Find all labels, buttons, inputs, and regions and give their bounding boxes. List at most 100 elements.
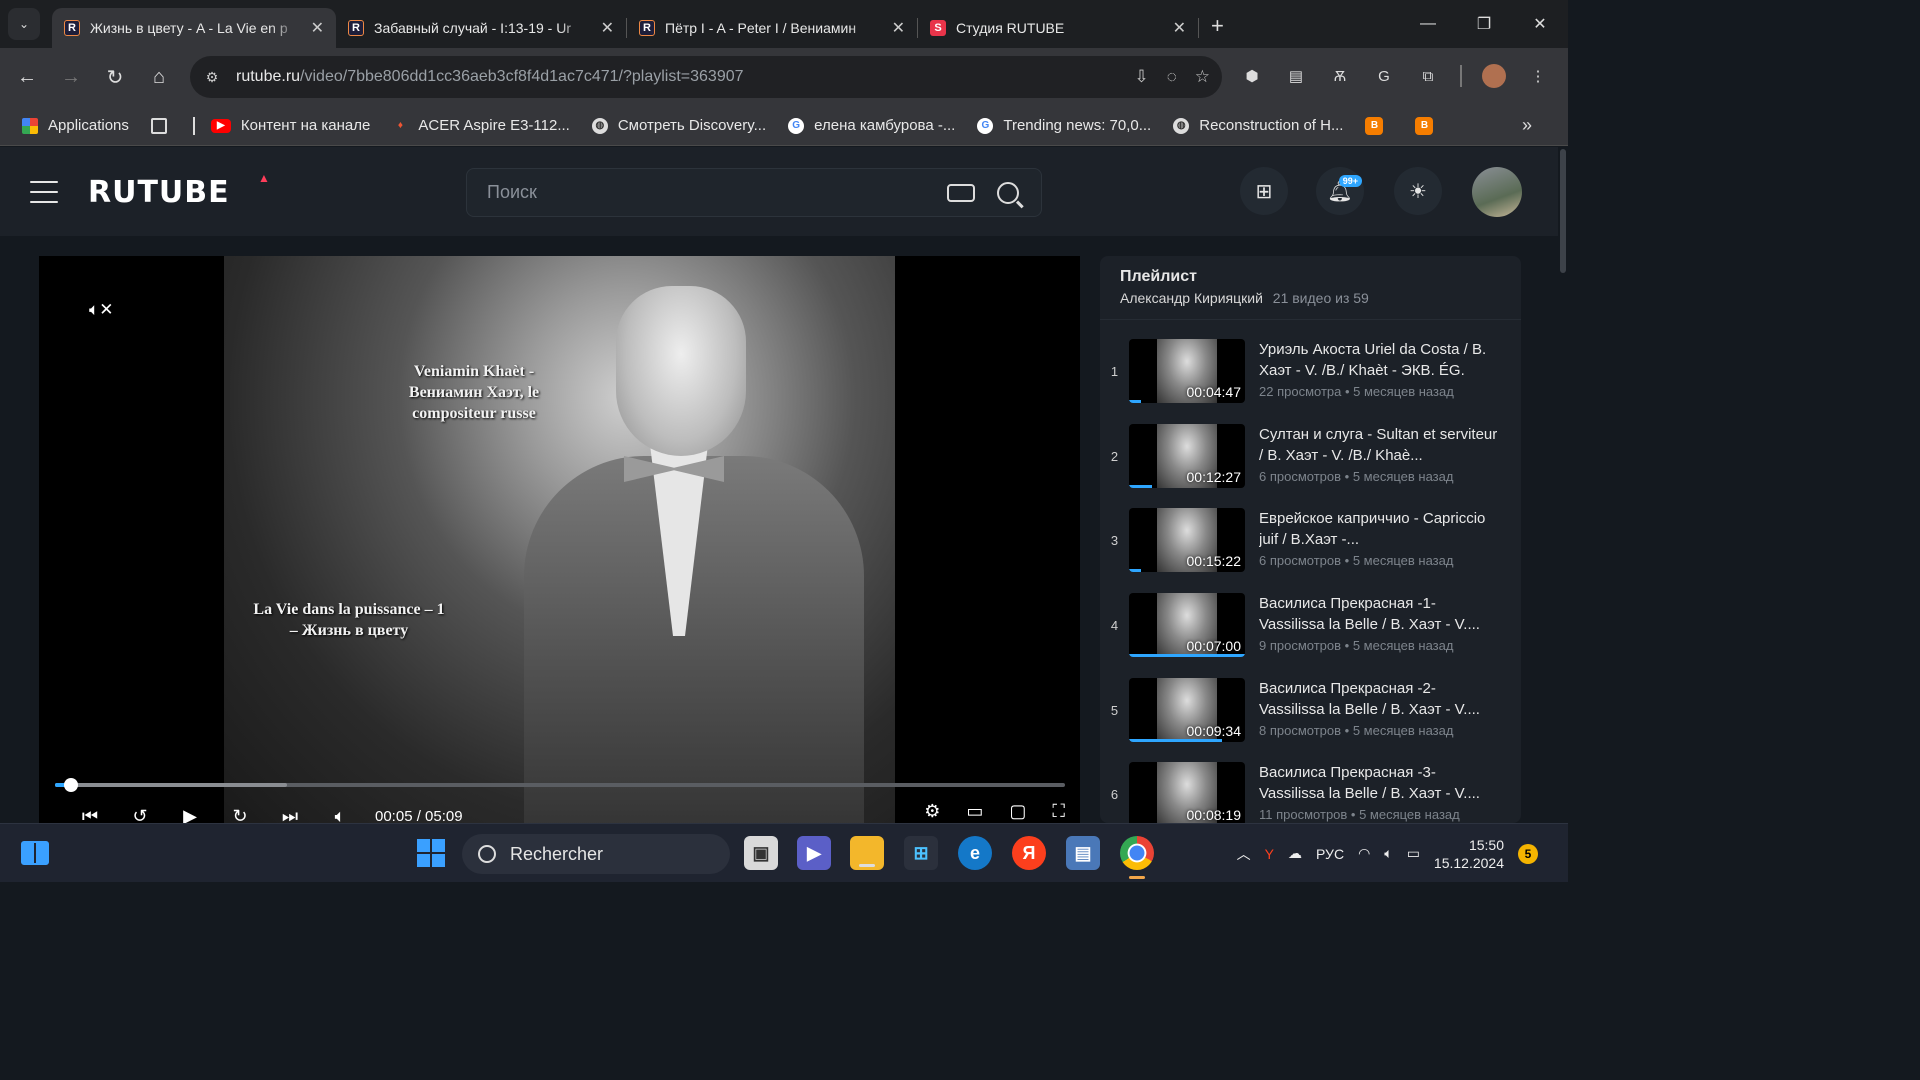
- task-view-icon[interactable]: ▣: [744, 836, 778, 870]
- video-title[interactable]: Василиса Прекрасная -1- Vassilissa la Be…: [1259, 593, 1499, 635]
- previous-video-icon[interactable]: ⏮: [65, 806, 115, 824]
- volume-muted-icon[interactable]: 🔈︎: [315, 806, 365, 824]
- widgets-icon[interactable]: [18, 836, 52, 870]
- picture-in-picture-icon[interactable]: ▭: [966, 801, 983, 822]
- battery-icon[interactable]: ▭: [1407, 845, 1420, 862]
- page-scrollbar[interactable]: [1558, 147, 1568, 823]
- bookmark-trending-news[interactable]: G Trending news: 70,0...: [977, 117, 1151, 134]
- forward-arrow-icon[interactable]: →: [49, 55, 93, 99]
- bookmark-reconstruction[interactable]: ◍ Reconstruction of H...: [1173, 117, 1343, 134]
- tab-groups-button[interactable]: [150, 117, 177, 134]
- eye-off-icon[interactable]: ◌: [1167, 67, 1177, 87]
- microsoft-store-icon[interactable]: ⊞: [904, 836, 938, 870]
- upload-video-button[interactable]: ⊞: [1240, 167, 1288, 215]
- extension-translate-script-icon[interactable]: Ѫ: [1328, 64, 1352, 88]
- video-title[interactable]: Уриэль Акоста Uriel da Costa / В. Хаэт -…: [1259, 339, 1499, 381]
- playlist-item[interactable]: 5 00:09:34 Василиса Прекрасная -2- Vassili…: [1100, 659, 1521, 744]
- playlist-item[interactable]: 1 00:04:47 Уриэль Акоста Uriel da Costa / …: [1100, 320, 1521, 405]
- next-video-icon[interactable]: ⏭: [265, 806, 315, 824]
- progress-bar[interactable]: [55, 778, 1065, 792]
- restore-icon[interactable]: ❐: [1456, 0, 1512, 48]
- yandex-browser-icon[interactable]: Я: [1012, 836, 1046, 870]
- bookmark-blogger-2[interactable]: B: [1415, 116, 1443, 135]
- keyboard-icon[interactable]: [947, 183, 975, 202]
- menu-icon[interactable]: [30, 181, 58, 203]
- teams-icon[interactable]: ▶: [797, 836, 831, 870]
- video-title[interactable]: Василиса Прекрасная -2- Vassilissa la Be…: [1259, 678, 1499, 720]
- site-settings-icon[interactable]: ⚙: [194, 59, 230, 95]
- video-thumbnail[interactable]: 00:15:22: [1129, 508, 1245, 573]
- wifi-icon[interactable]: ◠: [1358, 845, 1370, 862]
- quality-settings-icon[interactable]: ⚙: [924, 801, 940, 822]
- bookmark-acer[interactable]: ♦ ACER Aspire E3-112...: [392, 117, 570, 134]
- theme-toggle-button[interactable]: ☀: [1394, 167, 1442, 215]
- scrollbar-thumb[interactable]: [1560, 149, 1566, 273]
- minimize-icon[interactable]: —: [1400, 0, 1456, 48]
- browser-tab-3[interactable]: R Пётр I - A - Peter I / Вениамин ✕: [627, 8, 917, 48]
- search-icon[interactable]: [997, 181, 1019, 204]
- bookmark-discovery[interactable]: ◍ Смотреть Discovery...: [591, 117, 766, 134]
- taskbar-search[interactable]: Rechercher: [462, 834, 730, 874]
- browser-tab-2[interactable]: R Забавный случай - I:13-19 - Ur ✕: [336, 8, 626, 48]
- new-tab-button[interactable]: +: [1211, 13, 1224, 39]
- scrubber-handle[interactable]: [64, 778, 79, 792]
- bookmark-channel-content[interactable]: ▶ Контент на канале: [210, 117, 370, 134]
- close-window-icon[interactable]: ✕: [1512, 0, 1568, 48]
- remote-desktop-icon[interactable]: ▤: [1066, 836, 1100, 870]
- edge-icon[interactable]: e: [958, 836, 992, 870]
- notifications-button[interactable]: 🔔︎ 99+: [1316, 167, 1364, 215]
- file-explorer-icon[interactable]: [850, 836, 884, 870]
- notification-count-badge[interactable]: 5: [1518, 843, 1538, 864]
- more-bookmarks-icon[interactable]: »: [1522, 115, 1532, 136]
- video-thumbnail[interactable]: 00:07:00: [1129, 593, 1245, 658]
- profile-avatar[interactable]: [1482, 64, 1506, 88]
- bookmark-blogger-1[interactable]: B: [1365, 116, 1393, 135]
- bookmark-kamburova[interactable]: G елена камбурова -...: [788, 117, 955, 134]
- speaker-icon[interactable]: 🔈︎: [1384, 845, 1392, 862]
- video-title[interactable]: Еврейское каприччио - Capriccio juif / В…: [1259, 508, 1499, 550]
- fullscreen-icon[interactable]: ⛶: [1052, 801, 1065, 822]
- video-player[interactable]: Veniamin Khaèt - Вениамин Хаэт, le compo…: [39, 256, 1080, 823]
- google-translate-icon[interactable]: G: [1372, 64, 1396, 88]
- browser-tab-4[interactable]: S Студия RUTUBE ✕: [918, 8, 1198, 48]
- playlist-author[interactable]: Александр Кирияцкий: [1120, 290, 1263, 306]
- install-app-icon[interactable]: ⇩: [1134, 67, 1148, 87]
- forward-10-icon[interactable]: ↻: [215, 806, 265, 824]
- bookmark-star-icon[interactable]: ☆: [1195, 67, 1210, 87]
- browser-menu-icon[interactable]: ⋮: [1526, 64, 1550, 88]
- playlist-item[interactable]: 2 00:12:27 Султан и слуга - Sultan et serv…: [1100, 405, 1521, 490]
- clock[interactable]: 15:50 15.12.2024: [1434, 836, 1504, 872]
- search-input[interactable]: [467, 169, 947, 216]
- playlist-item[interactable]: 6 00:08:19 Василиса Прекрасная -3- Vassili…: [1100, 743, 1521, 823]
- show-hidden-icons-icon[interactable]: ︿: [1237, 844, 1251, 864]
- video-thumbnail[interactable]: 00:12:27: [1129, 423, 1245, 488]
- bookmark-applications[interactable]: Applications: [22, 117, 129, 134]
- rutube-logo[interactable]: RUTUBE: [88, 175, 230, 210]
- theater-mode-icon[interactable]: ▢: [1009, 801, 1026, 822]
- video-thumbnail[interactable]: 00:04:47: [1129, 339, 1245, 403]
- video-title[interactable]: Султан и слуга - Sultan et serviteur / В…: [1259, 424, 1499, 466]
- browser-tab-1[interactable]: R Жизнь в цвету - A - La Vie en p ✕: [52, 8, 336, 48]
- close-tab-icon[interactable]: ✕: [311, 18, 324, 38]
- video-thumbnail[interactable]: 00:08:19: [1129, 762, 1245, 823]
- close-tab-icon[interactable]: ✕: [892, 18, 905, 38]
- extension-notes-icon[interactable]: ▤: [1284, 64, 1308, 88]
- playlist-item[interactable]: 4 00:07:00 Василиса Прекрасная -1- Vassili…: [1100, 574, 1521, 659]
- start-windows-icon[interactable]: [414, 836, 448, 870]
- video-thumbnail[interactable]: 00:09:34: [1129, 677, 1245, 742]
- play-icon[interactable]: ▶: [165, 806, 215, 824]
- video-title[interactable]: Василиса Прекрасная -3- Vassilissa la Be…: [1259, 762, 1499, 804]
- address-bar[interactable]: ⚙ rutube.ru /video/7bbe806dd1cc36aeb3cf8…: [190, 56, 1222, 98]
- onedrive-icon[interactable]: ☁: [1288, 845, 1302, 862]
- playlist-item[interactable]: 3 00:15:22 Еврейское каприччио - Capriccio…: [1100, 489, 1521, 574]
- back-arrow-icon[interactable]: ←: [5, 55, 49, 99]
- extensions-puzzle-icon[interactable]: ⧉: [1416, 64, 1440, 88]
- extension-shield-icon[interactable]: ⬢: [1240, 64, 1264, 88]
- tab-search-button[interactable]: ⌄: [8, 8, 40, 40]
- language-indicator[interactable]: РУС: [1316, 846, 1344, 862]
- home-icon[interactable]: ⌂: [137, 55, 181, 99]
- close-tab-icon[interactable]: ✕: [1173, 18, 1186, 38]
- chrome-icon[interactable]: [1120, 836, 1154, 879]
- rewind-10-icon[interactable]: ↺: [115, 806, 165, 824]
- reload-icon[interactable]: ↻: [93, 55, 137, 99]
